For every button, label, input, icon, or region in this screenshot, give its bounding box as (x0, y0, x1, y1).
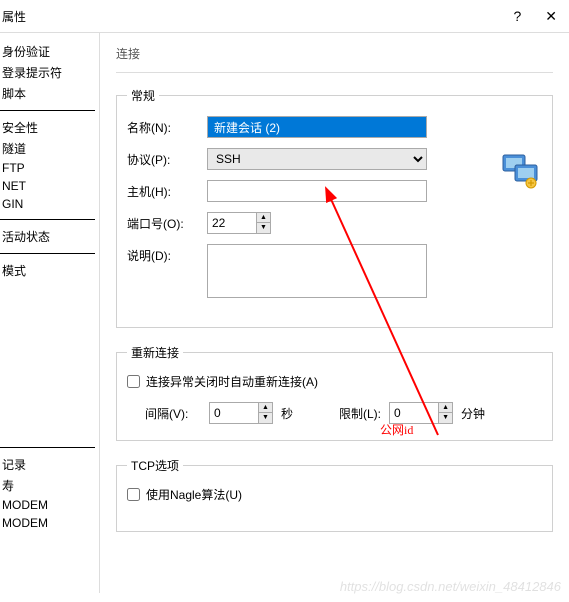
sidebar-item[interactable]: 脚本 (0, 83, 95, 104)
name-input[interactable] (207, 116, 427, 138)
interval-input[interactable] (209, 402, 259, 424)
tab-label: 连接 (116, 45, 553, 62)
computer-icon (501, 151, 541, 191)
group-general-legend: 常规 (127, 87, 159, 104)
host-input[interactable] (207, 180, 427, 202)
sidebar-item[interactable]: GIN (0, 195, 95, 213)
spin-up-icon[interactable]: ▲ (259, 403, 272, 413)
spin-up-icon[interactable]: ▲ (439, 403, 452, 413)
interval-label: 间隔(V): (145, 405, 201, 422)
limit-label: 限制(L): (339, 405, 381, 422)
sidebar-item[interactable]: NET (0, 177, 95, 195)
sec-label: 秒 (281, 405, 293, 422)
host-label: 主机(H): (127, 180, 197, 200)
sidebar-item[interactable]: 身份验证 (0, 41, 95, 62)
sidebar-item[interactable]: 记录 (0, 454, 95, 475)
sidebar-item[interactable]: 登录提示符 (0, 62, 95, 83)
port-label: 端口号(O): (127, 212, 197, 232)
nagle-label: 使用Nagle算法(U) (146, 486, 242, 503)
group-reconnect-legend: 重新连接 (127, 344, 183, 361)
sidebar-item[interactable]: 寿 (0, 475, 95, 496)
sidebar-item[interactable]: 隧道 (0, 138, 95, 159)
window-buttons: ? ✕ (513, 8, 561, 25)
help-button[interactable]: ? (513, 8, 521, 24)
protocol-label: 协议(P): (127, 148, 197, 168)
group-general: 常规 名称(N): 协议(P): SSH 主机(H): 端口号(O): (116, 87, 553, 328)
sidebar-item[interactable]: MODEM (0, 514, 95, 532)
reconnect-check-label: 连接异常关闭时自动重新连接(A) (146, 373, 318, 390)
desc-label: 说明(D): (127, 244, 197, 264)
spin-down-icon[interactable]: ▼ (257, 223, 270, 233)
sidebar-item[interactable]: 模式 (0, 260, 95, 281)
window-title: 属性 (2, 8, 26, 25)
sidebar-divider (0, 219, 95, 220)
spin-down-icon[interactable]: ▼ (439, 413, 452, 423)
tab-divider (116, 72, 553, 73)
reconnect-checkbox[interactable] (127, 375, 140, 388)
interval-spinner[interactable]: ▲▼ (209, 402, 273, 424)
sidebar-divider (0, 253, 95, 254)
content-panel: 连接 常规 名称(N): 协议(P): SSH 主机(H): 端 (100, 33, 569, 593)
sidebar-divider (0, 110, 95, 111)
group-reconnect: 重新连接 连接异常关闭时自动重新连接(A) 间隔(V): ▲▼ 秒 限制(L):… (116, 344, 553, 441)
sidebar-item[interactable]: MODEM (0, 496, 95, 514)
port-spinner[interactable]: ▲▼ (207, 212, 542, 234)
close-button[interactable]: ✕ (545, 8, 557, 25)
sidebar-item[interactable]: 安全性 (0, 117, 95, 138)
nagle-checkbox[interactable] (127, 488, 140, 501)
name-label: 名称(N): (127, 116, 197, 136)
spin-up-icon[interactable]: ▲ (257, 213, 270, 223)
group-tcp: TCP选项 使用Nagle算法(U) (116, 457, 553, 532)
min-label: 分钟 (461, 405, 485, 422)
sidebar: 身份验证 登录提示符 脚本 安全性 隧道 FTP NET GIN 活动状态 模式… (0, 33, 100, 593)
titlebar: 属性 ? ✕ (0, 0, 569, 32)
sidebar-divider (0, 447, 95, 448)
sidebar-item[interactable]: 活动状态 (0, 226, 95, 247)
protocol-select[interactable]: SSH (207, 148, 427, 170)
spin-down-icon[interactable]: ▼ (259, 413, 272, 423)
annotation-text: 公网id (380, 421, 413, 438)
port-input[interactable] (207, 212, 257, 234)
desc-input[interactable] (207, 244, 427, 298)
sidebar-item[interactable]: FTP (0, 159, 95, 177)
group-tcp-legend: TCP选项 (127, 457, 183, 474)
